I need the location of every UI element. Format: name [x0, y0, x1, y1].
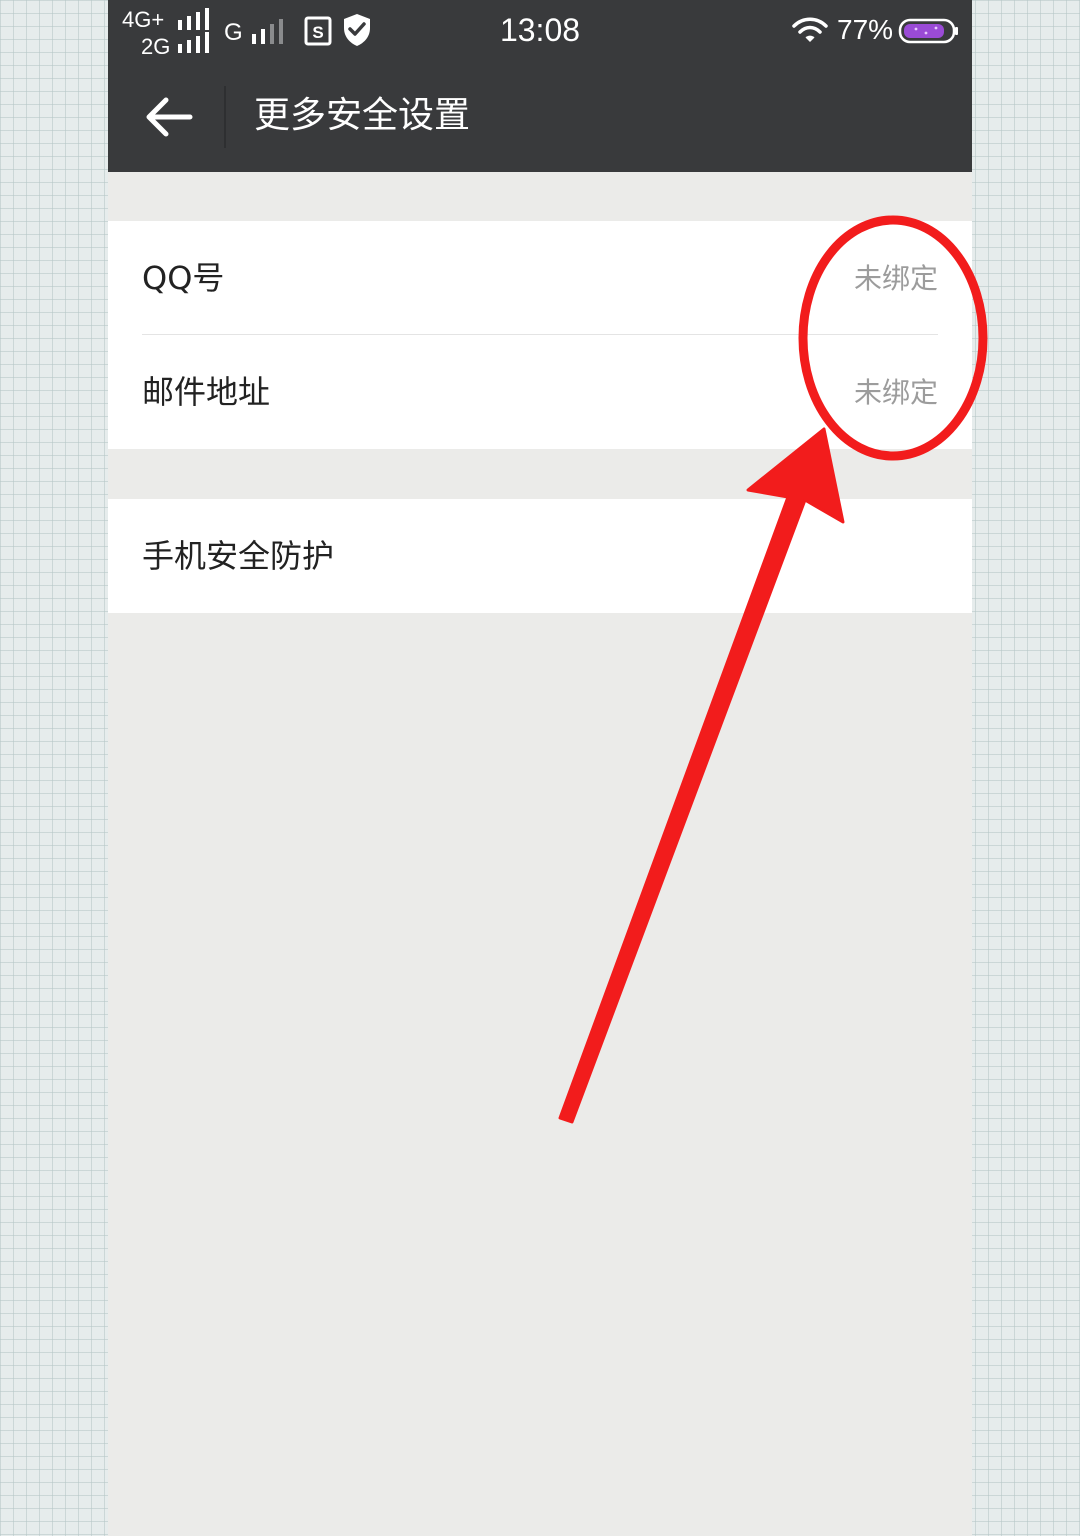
- row-label-qq: QQ号: [142, 259, 225, 297]
- row-value-qq-status: 未绑定: [853, 262, 938, 295]
- app-bar: 更多安全设置: [108, 62, 972, 172]
- arrow-left-icon: [146, 97, 193, 137]
- status-time: 13:08: [499, 12, 581, 48]
- top-bar: 4G+ 2G G S 13:08 77% 更多安全设置: [108, 0, 972, 172]
- row-label-phone-protection: 手机安全防护: [142, 537, 335, 575]
- battery-percent: 77%: [837, 14, 894, 45]
- back-button[interactable]: [138, 85, 202, 149]
- status-bar: 4G+ 2G G S 13:08 77%: [108, 0, 972, 62]
- settings-row-qq[interactable]: QQ号 未绑定: [108, 221, 972, 335]
- settings-row-phone-protection[interactable]: 手机安全防护: [108, 499, 972, 613]
- row-value-email-status: 未绑定: [853, 376, 938, 409]
- phone-screen: 4G+ 2G G S 13:08 77% 更多安全设置 QQ号 未绑定 邮件地址…: [108, 0, 972, 1536]
- sim-s-icon: S: [304, 16, 332, 46]
- page-title: 更多安全设置: [254, 95, 471, 136]
- signal-weak-icon: [252, 19, 283, 44]
- row-label-email: 邮件地址: [142, 373, 271, 411]
- bindings-group: QQ号 未绑定 邮件地址 未绑定: [108, 221, 972, 449]
- svg-text:S: S: [312, 23, 323, 42]
- network-label-2g: 2G: [141, 34, 171, 59]
- battery-icon: [898, 18, 958, 44]
- protection-group: 手机安全防护: [108, 499, 972, 613]
- network-label-g: G: [224, 19, 243, 46]
- shield-check-icon: [344, 14, 370, 46]
- settings-row-email[interactable]: 邮件地址 未绑定: [108, 335, 972, 449]
- signal-icon: [178, 8, 209, 53]
- app-bar-divider: [224, 86, 226, 148]
- wifi-icon: [792, 17, 828, 42]
- network-label-4g: 4G+: [122, 7, 165, 32]
